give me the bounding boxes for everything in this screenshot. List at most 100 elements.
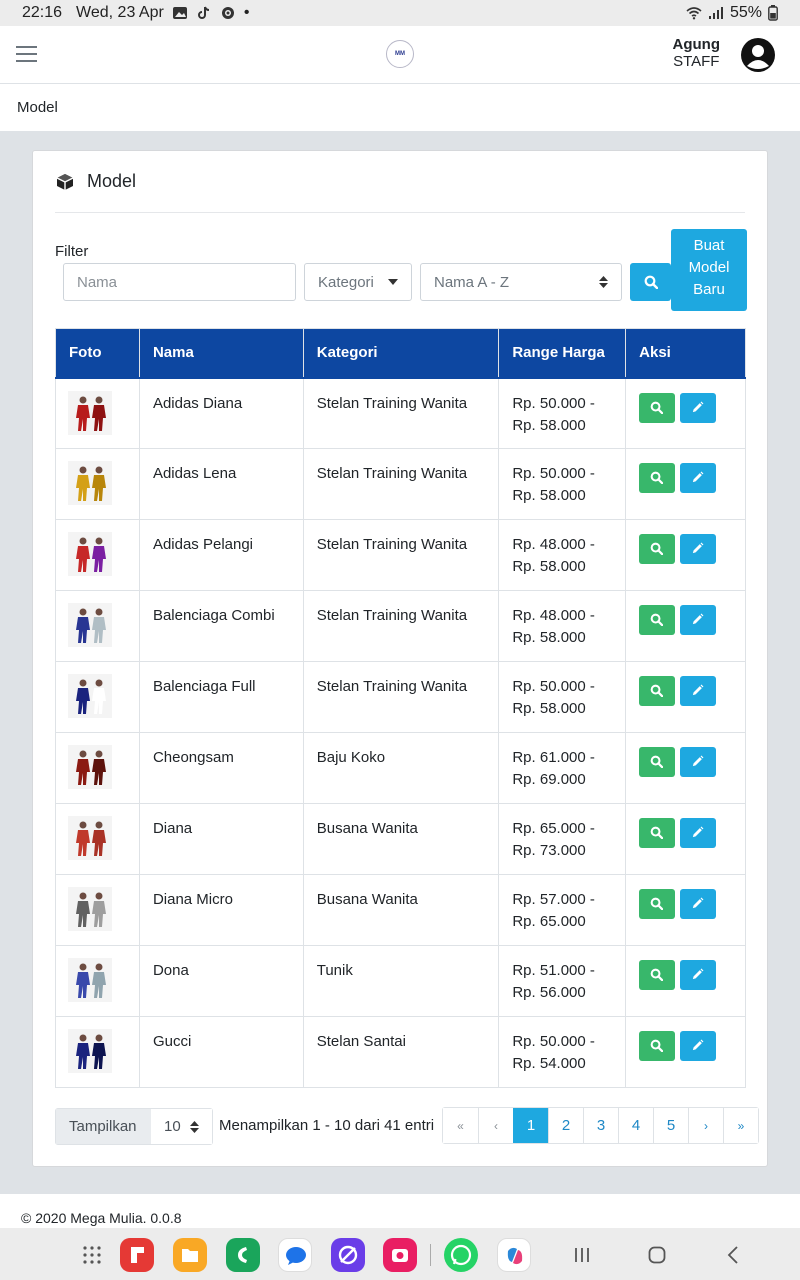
status-date: Wed, 23 Apr bbox=[76, 4, 164, 21]
column-header-range-harga[interactable]: Range Harga bbox=[498, 328, 627, 379]
edit-button[interactable] bbox=[680, 1031, 717, 1061]
range-harga-cell: Rp. 57.000 - Rp. 65.000 bbox=[498, 874, 627, 946]
camera-app-icon[interactable] bbox=[383, 1238, 417, 1272]
card-divider bbox=[55, 212, 745, 213]
user-name: Agung bbox=[672, 36, 720, 53]
view-button[interactable] bbox=[639, 392, 676, 423]
edit-button[interactable] bbox=[680, 676, 717, 706]
product-thumbnail[interactable] bbox=[68, 887, 112, 931]
edit-button[interactable] bbox=[680, 889, 717, 919]
app-drawer-icon[interactable] bbox=[82, 1245, 102, 1265]
harga-max: Rp. 65.000 bbox=[512, 913, 586, 930]
product-thumbnail[interactable] bbox=[68, 532, 112, 576]
kategori-select-value: Kategori bbox=[318, 273, 374, 291]
top-navbar: MM Agung STAFF bbox=[0, 26, 800, 84]
user-info[interactable]: Agung STAFF bbox=[673, 36, 720, 70]
range-harga-cell: Rp. 65.000 - Rp. 73.000 bbox=[498, 803, 627, 875]
aksi-cell bbox=[625, 448, 746, 520]
recent-apps-icon[interactable] bbox=[573, 1246, 591, 1264]
edit-button[interactable] bbox=[680, 392, 717, 423]
page-prev-button[interactable]: ‹ bbox=[478, 1108, 513, 1143]
flipboard-app-icon[interactable] bbox=[120, 1238, 154, 1272]
menu-toggle-icon[interactable] bbox=[16, 46, 37, 62]
page-button-2[interactable]: 2 bbox=[548, 1108, 583, 1143]
product-thumbnail[interactable] bbox=[68, 461, 112, 505]
aksi-cell bbox=[625, 945, 746, 1017]
wifi-icon bbox=[686, 7, 702, 20]
view-button[interactable] bbox=[639, 463, 676, 493]
harga-max: Rp. 58.000 bbox=[512, 629, 586, 646]
edit-button[interactable] bbox=[680, 960, 717, 990]
search-icon bbox=[650, 613, 664, 626]
product-thumbnail[interactable] bbox=[68, 816, 112, 860]
column-header-kategori[interactable]: Kategori bbox=[302, 328, 500, 379]
search-button[interactable] bbox=[630, 263, 671, 301]
harga-max: Rp. 58.000 bbox=[512, 700, 586, 717]
breadcrumb: Model bbox=[0, 84, 800, 132]
user-role: STAFF bbox=[673, 53, 720, 70]
battery-level: 55% bbox=[729, 4, 762, 21]
harga-max: Rp. 69.000 bbox=[512, 771, 586, 788]
product-thumbnail[interactable] bbox=[68, 390, 112, 435]
page-button-1[interactable]: 1 bbox=[513, 1108, 548, 1143]
page-button-4[interactable]: 4 bbox=[618, 1108, 653, 1143]
company-logo[interactable]: MM bbox=[386, 40, 414, 68]
page-next-button[interactable]: › bbox=[688, 1108, 723, 1143]
page-length-select[interactable]: 10 bbox=[151, 1109, 212, 1144]
page-button-5[interactable]: 5 bbox=[653, 1108, 688, 1143]
whatsapp-app-icon[interactable] bbox=[444, 1238, 478, 1272]
harga-min: Rp. 61.000 - bbox=[512, 749, 595, 766]
view-button[interactable] bbox=[639, 818, 676, 848]
sort-select-value: Nama A - Z bbox=[434, 273, 510, 291]
kategori-select[interactable]: Kategori bbox=[304, 263, 412, 301]
product-thumbnail[interactable] bbox=[68, 958, 112, 1002]
edit-button[interactable] bbox=[680, 605, 717, 635]
page-last-button[interactable]: » bbox=[723, 1108, 758, 1143]
harga-min: Rp. 57.000 - bbox=[512, 891, 595, 908]
view-button[interactable] bbox=[639, 960, 676, 990]
table-row: Balenciaga Full Stelan Training Wanita Rp.… bbox=[55, 661, 746, 733]
messages-app-icon[interactable] bbox=[278, 1238, 312, 1272]
view-button[interactable] bbox=[639, 605, 676, 635]
product-thumbnail[interactable] bbox=[68, 603, 112, 647]
sort-select[interactable]: Nama A - Z bbox=[420, 263, 622, 301]
edit-button[interactable] bbox=[680, 818, 717, 848]
product-thumbnail[interactable] bbox=[68, 674, 112, 718]
page-button-3[interactable]: 3 bbox=[583, 1108, 618, 1143]
home-icon[interactable] bbox=[648, 1246, 666, 1264]
signal-icon bbox=[708, 7, 723, 19]
table-row: Diana Busana Wanita Rp. 65.000 - Rp. 73.000 bbox=[55, 803, 746, 875]
filter-label: Filter bbox=[55, 243, 89, 260]
foto-cell bbox=[55, 874, 140, 946]
files-app-icon[interactable] bbox=[173, 1238, 207, 1272]
kategori-cell: Stelan Training Wanita bbox=[302, 519, 500, 591]
kategori-cell: Stelan Santai bbox=[302, 1016, 500, 1088]
view-button[interactable] bbox=[639, 676, 676, 706]
page-first-button[interactable]: « bbox=[443, 1108, 478, 1143]
table-row: Gucci Stelan Santai Rp. 50.000 - Rp. 54.000 bbox=[55, 1016, 746, 1088]
nama-search-input[interactable] bbox=[63, 263, 296, 301]
edit-button[interactable] bbox=[680, 463, 717, 493]
edit-button[interactable] bbox=[680, 747, 717, 777]
product-thumbnail[interactable] bbox=[68, 745, 112, 789]
m365-copilot-app-icon[interactable] bbox=[497, 1238, 531, 1272]
aksi-cell bbox=[625, 803, 746, 875]
create-model-button[interactable]: Buat Model Baru bbox=[671, 229, 747, 311]
view-button[interactable] bbox=[639, 889, 676, 919]
table-row: Diana Micro Busana Wanita Rp. 57.000 - Rp. … bbox=[55, 874, 746, 946]
internet-app-icon[interactable] bbox=[331, 1238, 365, 1272]
product-thumbnail[interactable] bbox=[68, 1029, 112, 1073]
avatar-icon[interactable] bbox=[740, 37, 776, 73]
kategori-cell: Busana Wanita bbox=[302, 803, 500, 875]
view-button[interactable] bbox=[639, 747, 676, 777]
column-header-nama[interactable]: Nama bbox=[138, 328, 304, 379]
view-button[interactable] bbox=[639, 534, 676, 564]
back-icon[interactable] bbox=[727, 1245, 739, 1265]
edit-button[interactable] bbox=[680, 534, 717, 564]
create-model-label-3: Baru bbox=[693, 281, 725, 298]
phone-app-icon[interactable] bbox=[226, 1238, 260, 1272]
column-header-foto[interactable]: Foto bbox=[55, 328, 140, 379]
foto-cell bbox=[55, 519, 140, 591]
view-button[interactable] bbox=[639, 1031, 676, 1061]
table-row: Adidas Diana Stelan Training Wanita Rp. 50… bbox=[55, 377, 746, 449]
